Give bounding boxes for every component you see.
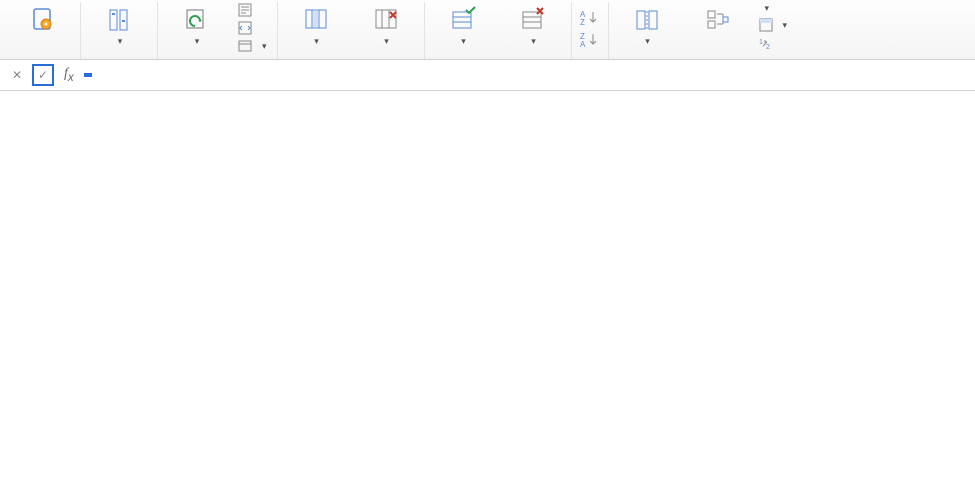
ribbon-group-data-sources bbox=[4, 2, 81, 59]
fx-icon[interactable]: fx bbox=[58, 66, 80, 84]
chevron-down-icon: ▾ bbox=[645, 36, 650, 47]
split-column-button[interactable]: ▾ bbox=[615, 2, 679, 49]
replace-values-icon: 12 bbox=[759, 36, 773, 50]
remove-rows-button[interactable]: ▾ bbox=[501, 2, 565, 49]
ribbon: ▾ ▾ bbox=[0, 0, 975, 60]
manage-parameters-button[interactable]: ▾ bbox=[87, 2, 151, 49]
use-first-row-icon bbox=[759, 18, 773, 32]
refresh-icon bbox=[182, 4, 210, 36]
formula-cancel-button[interactable]: ✕ bbox=[6, 64, 28, 86]
data-source-settings-icon bbox=[28, 4, 56, 36]
svg-text:Z: Z bbox=[580, 18, 585, 26]
group-by-icon bbox=[703, 4, 731, 36]
ribbon-group-transform: ▾ ▾ ▾ 12 bbox=[609, 2, 798, 59]
refresh-preview-button[interactable]: ▾ bbox=[164, 2, 228, 49]
split-column-icon bbox=[633, 4, 661, 36]
chevron-down-icon: ▾ bbox=[384, 36, 389, 47]
check-icon: ✓ bbox=[38, 68, 48, 82]
formula-highlight bbox=[84, 73, 92, 77]
keep-rows-button[interactable]: ▾ bbox=[431, 2, 495, 49]
properties-button[interactable] bbox=[234, 2, 271, 18]
sort-desc-button[interactable]: ZA bbox=[578, 30, 602, 50]
advanced-editor-icon bbox=[238, 21, 252, 35]
data-source-settings-button[interactable] bbox=[10, 2, 74, 38]
formula-confirm-button[interactable]: ✓ bbox=[32, 64, 54, 86]
group-by-button[interactable] bbox=[685, 2, 749, 38]
choose-columns-button[interactable]: ▾ bbox=[284, 2, 348, 49]
chevron-down-icon: ▾ bbox=[765, 3, 770, 14]
choose-columns-icon bbox=[302, 4, 330, 36]
ribbon-group-parameters: ▾ bbox=[81, 2, 158, 59]
chevron-down-icon: ▾ bbox=[262, 41, 267, 52]
data-type-button[interactable]: ▾ bbox=[755, 2, 792, 15]
chevron-down-icon: ▾ bbox=[783, 20, 788, 31]
chevron-down-icon: ▾ bbox=[118, 36, 123, 47]
keep-rows-icon bbox=[449, 4, 477, 36]
sort-desc-icon: ZA bbox=[580, 32, 600, 48]
svg-text:A: A bbox=[580, 40, 586, 48]
svg-text:1: 1 bbox=[759, 39, 763, 46]
advanced-editor-button[interactable] bbox=[234, 20, 271, 36]
manage-icon bbox=[238, 39, 252, 53]
close-icon: ✕ bbox=[12, 68, 22, 82]
chevron-down-icon: ▾ bbox=[461, 36, 466, 47]
sort-asc-icon: AZ bbox=[580, 10, 600, 26]
ribbon-group-manage-columns: ▾ ▾ bbox=[278, 2, 425, 59]
sort-asc-button[interactable]: AZ bbox=[578, 8, 602, 28]
ribbon-group-sort: AZ ZA bbox=[572, 2, 609, 59]
ribbon-group-query: ▾ ▾ bbox=[158, 2, 278, 59]
chevron-down-icon: ▾ bbox=[195, 36, 200, 47]
svg-text:2: 2 bbox=[766, 44, 770, 50]
remove-columns-icon bbox=[372, 4, 400, 36]
remove-columns-button[interactable]: ▾ bbox=[354, 2, 418, 49]
remove-rows-icon bbox=[519, 4, 547, 36]
manage-query-button[interactable]: ▾ bbox=[234, 38, 271, 54]
formula-bar: ✕ ✓ fx bbox=[0, 60, 975, 91]
properties-icon bbox=[238, 3, 252, 17]
formula-input[interactable] bbox=[84, 73, 92, 77]
use-first-row-button[interactable]: ▾ bbox=[755, 17, 792, 33]
ribbon-group-reduce-rows: ▾ ▾ bbox=[425, 2, 572, 59]
parameters-icon bbox=[105, 4, 133, 36]
chevron-down-icon: ▾ bbox=[531, 36, 536, 47]
chevron-down-icon: ▾ bbox=[314, 36, 319, 47]
replace-values-button[interactable]: 12 bbox=[755, 35, 792, 51]
